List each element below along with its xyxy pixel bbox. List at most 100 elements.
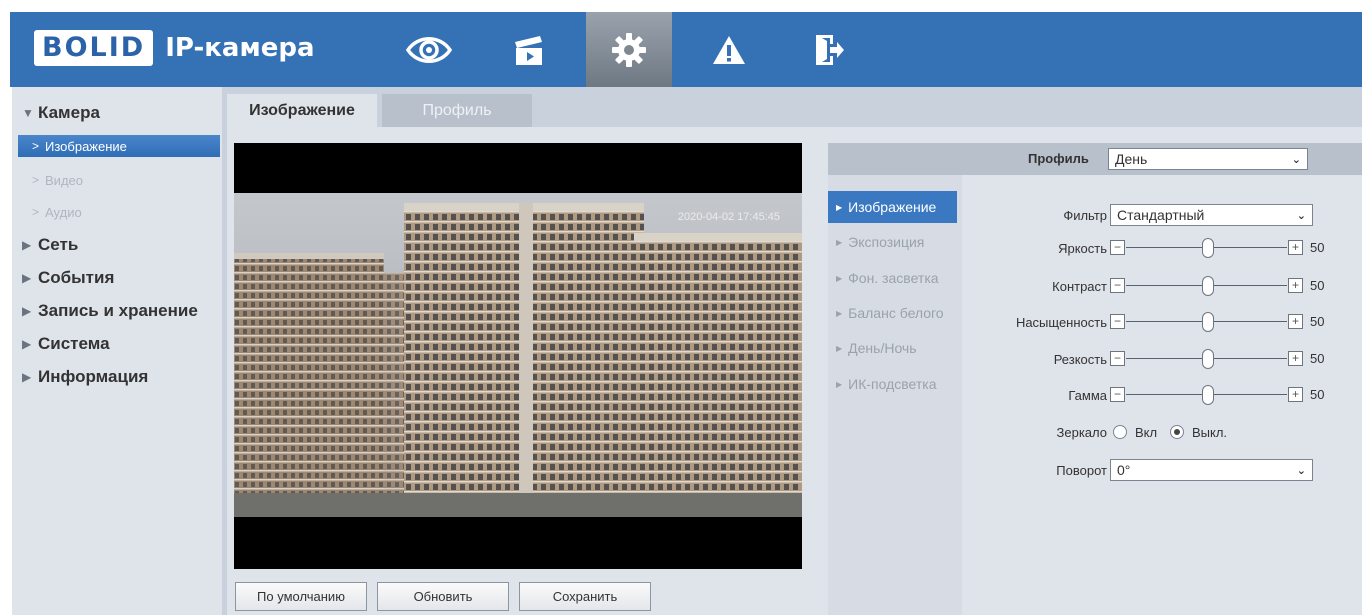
- save-button[interactable]: Сохранить: [519, 582, 651, 611]
- chevron-down-icon: ⌄: [1291, 153, 1301, 166]
- profile-label: Профиль: [1028, 151, 1089, 166]
- chevron-right-icon: >: [32, 139, 40, 153]
- top-header: BOLID IP-камера: [10, 12, 1362, 87]
- menu-item-label: Изображение: [848, 199, 937, 215]
- filter-select[interactable]: Стандартный ⌄: [1110, 204, 1313, 226]
- sidebar-group-storage[interactable]: ▶ Запись и хранение: [22, 301, 198, 321]
- camera-image: 2020-04-02 17:45:45: [234, 193, 802, 517]
- refresh-button[interactable]: Обновить: [377, 582, 509, 611]
- saturation-slider[interactable]: − + 50: [1110, 312, 1335, 332]
- sidebar-group-events[interactable]: ▶ События: [22, 268, 114, 288]
- nav-playback-button[interactable]: [486, 12, 572, 87]
- mirror-off-radio[interactable]: [1170, 425, 1184, 439]
- logo: BOLID IP-камера: [34, 30, 315, 66]
- contrast-slider[interactable]: − + 50: [1110, 276, 1335, 296]
- slider-handle[interactable]: [1202, 312, 1214, 332]
- nav-live-view-button[interactable]: [386, 12, 472, 87]
- triangle-right-icon: ▶: [836, 237, 843, 247]
- chevron-right-icon: >: [32, 205, 40, 219]
- decrease-button[interactable]: −: [1110, 387, 1125, 402]
- profile-bar: Профиль День ⌄: [828, 143, 1362, 175]
- decrease-button[interactable]: −: [1110, 240, 1125, 255]
- sidebar-item-audio[interactable]: > Аудио: [18, 201, 220, 223]
- profile-select[interactable]: День ⌄: [1108, 148, 1308, 170]
- logout-icon: [816, 34, 844, 65]
- triangle-right-icon: ▶: [22, 238, 32, 252]
- sidebar-group-label: Информация: [38, 367, 149, 386]
- rotation-select[interactable]: 0° ⌄: [1110, 459, 1313, 481]
- menu-item-label: Баланс белого: [848, 305, 944, 321]
- triangle-right-icon: ▶: [22, 304, 32, 318]
- sidebar-group-info[interactable]: ▶ Информация: [22, 367, 148, 387]
- slider-handle[interactable]: [1202, 238, 1214, 258]
- menu-item-label: День/Ночь: [848, 340, 917, 356]
- triangle-right-icon: ▶: [836, 273, 843, 283]
- filter-select-value: Стандартный: [1117, 207, 1205, 223]
- menu-item-label: ИК-подсветка: [848, 376, 937, 392]
- slider-value: 50: [1310, 387, 1325, 402]
- decrease-button[interactable]: −: [1110, 351, 1125, 366]
- default-button[interactable]: По умолчанию: [235, 582, 367, 611]
- slider-value: 50: [1310, 351, 1325, 366]
- slider-handle[interactable]: [1202, 349, 1214, 369]
- slider-value: 50: [1310, 314, 1325, 329]
- profile-select-value: День: [1115, 151, 1148, 167]
- sidebar-group-system[interactable]: ▶ Система: [22, 334, 110, 354]
- menu-item-exposure[interactable]: ▶ Экспозиция: [828, 226, 957, 258]
- slider-value: 50: [1310, 240, 1325, 255]
- decrease-button[interactable]: −: [1110, 314, 1125, 329]
- increase-button[interactable]: +: [1288, 314, 1303, 329]
- tab-profile[interactable]: Профиль: [382, 94, 532, 127]
- triangle-right-icon: ▶: [22, 337, 32, 351]
- gear-icon: [612, 32, 646, 67]
- menu-item-image[interactable]: ▶ Изображение: [828, 191, 957, 223]
- saturation-label: Насыщенность: [1015, 315, 1107, 330]
- rotation-select-value: 0°: [1117, 462, 1131, 478]
- menu-item-white-balance[interactable]: ▶ Баланс белого: [828, 297, 957, 329]
- video-timestamp: 2020-04-02 17:45:45: [677, 211, 780, 223]
- nav-settings-button[interactable]: [586, 12, 672, 87]
- main-panel: Изображение Профиль 2020-04-02 17:45:45 …: [222, 87, 1362, 615]
- sidebar-group-label: Система: [38, 334, 110, 353]
- eye-icon: [406, 36, 452, 63]
- tab-bar: Изображение Профиль: [222, 87, 1362, 127]
- warning-icon: [713, 35, 745, 64]
- slider-handle[interactable]: [1202, 276, 1214, 296]
- clapperboard-icon: [515, 35, 542, 65]
- sidebar-item-label: Изображение: [45, 138, 127, 154]
- app-title: IP-камера: [165, 33, 315, 63]
- brightness-label: Яркость: [1058, 241, 1107, 256]
- menu-item-backlight[interactable]: ▶ Фон. засветка: [828, 262, 957, 294]
- sharpness-slider[interactable]: − + 50: [1110, 349, 1335, 369]
- sidebar-item-image[interactable]: > Изображение: [18, 135, 220, 157]
- nav-logout-button[interactable]: [786, 12, 872, 87]
- increase-button[interactable]: +: [1288, 278, 1303, 293]
- nav-alarm-button[interactable]: [686, 12, 772, 87]
- increase-button[interactable]: +: [1288, 240, 1303, 255]
- chevron-down-icon: ⌄: [1296, 209, 1306, 222]
- triangle-right-icon: ▶: [836, 379, 843, 389]
- sidebar-group-label: События: [38, 268, 115, 287]
- sidebar-group-label: Сеть: [38, 235, 79, 254]
- increase-button[interactable]: +: [1288, 387, 1303, 402]
- triangle-right-icon: ▶: [836, 308, 843, 318]
- sidebar-group-camera[interactable]: ▼ Камера: [22, 103, 100, 123]
- increase-button[interactable]: +: [1288, 351, 1303, 366]
- triangle-down-icon: ▼: [22, 106, 34, 120]
- decrease-button[interactable]: −: [1110, 278, 1125, 293]
- menu-item-day-night[interactable]: ▶ День/Ночь: [828, 332, 957, 364]
- sidebar-item-video[interactable]: > Видео: [18, 169, 220, 191]
- sidebar-item-label: Видео: [45, 172, 83, 188]
- menu-item-ir-light[interactable]: ▶ ИК-подсветка: [828, 368, 957, 400]
- triangle-right-icon: ▶: [836, 202, 843, 212]
- sidebar-group-network[interactable]: ▶ Сеть: [22, 235, 78, 255]
- gamma-slider[interactable]: − + 50: [1110, 385, 1335, 405]
- brightness-slider[interactable]: − + 50: [1110, 238, 1335, 258]
- rotation-label: Поворот: [1056, 463, 1107, 478]
- sidebar-group-label: Запись и хранение: [38, 301, 198, 320]
- tab-image[interactable]: Изображение: [227, 94, 377, 127]
- contrast-label: Контраст: [1052, 279, 1107, 294]
- mirror-on-radio[interactable]: [1113, 425, 1127, 439]
- brand-logo: BOLID: [34, 30, 154, 66]
- slider-handle[interactable]: [1202, 385, 1214, 405]
